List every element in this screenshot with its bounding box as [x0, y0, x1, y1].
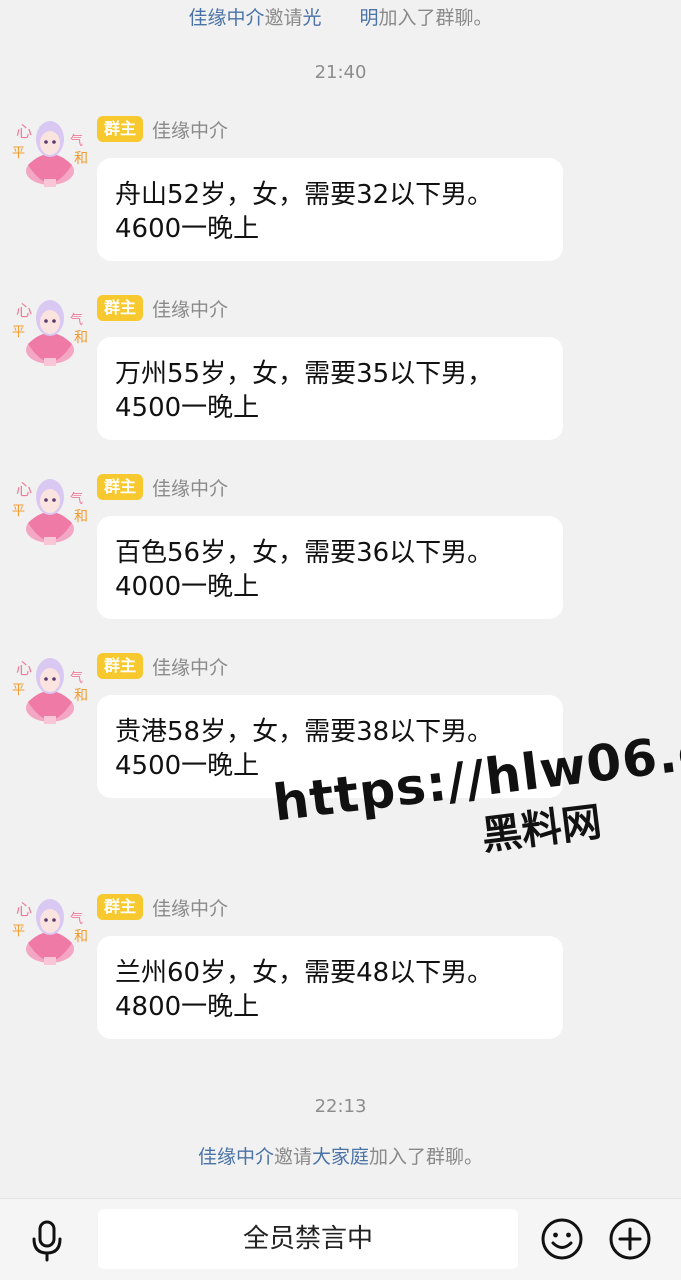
svg-text:心: 心: [16, 659, 32, 678]
sender-name[interactable]: 佳缘中介: [152, 116, 228, 143]
owner-badge: 群主: [97, 894, 144, 920]
svg-text:平: 平: [12, 504, 25, 519]
message-line-2: 4500一晚上: [115, 393, 260, 423]
invitee-link[interactable]: 大家庭: [312, 1146, 369, 1168]
owner-badge: 群主: [97, 474, 144, 500]
svg-text:和: 和: [74, 688, 88, 704]
svg-text:气: 气: [70, 133, 83, 149]
avatar-image: 心 平 气 和: [12, 899, 88, 965]
join-suffix: 加入了群聊。: [369, 1146, 484, 1168]
message-line-1: 兰州60岁，女，需要48以下男。: [115, 958, 494, 988]
svg-text:平: 平: [12, 683, 25, 698]
message-input-disabled: 全员禁言中: [98, 1209, 518, 1269]
join-suffix: 加入了群聊。: [378, 7, 493, 29]
owner-badge: 群主: [97, 653, 144, 679]
timestamp: 21:40: [314, 62, 367, 83]
invite-verb: 邀请: [273, 1146, 312, 1168]
svg-text:平: 平: [12, 924, 25, 939]
inviter-link[interactable]: 佳缘中介: [198, 1146, 274, 1168]
inviter-link[interactable]: 佳缘中介: [188, 7, 264, 29]
sender-row: 群主 佳缘中介: [97, 294, 228, 322]
smiley-icon[interactable]: [539, 1216, 585, 1262]
avatar[interactable]: 心 平 气 和: [10, 292, 90, 372]
message-line-2: 4800一晚上: [115, 992, 260, 1022]
chat-message: 心 平 气 和 群主 佳缘中介 万州55岁，女，需要35以下男， 4500一晚上: [0, 292, 681, 472]
message-line-2: 4600一晚上: [115, 214, 260, 244]
message-line-1: 百色56岁，女，需要36以下男。: [115, 538, 494, 568]
sender-row: 群主 佳缘中介: [97, 893, 228, 921]
sender-name[interactable]: 佳缘中介: [152, 653, 228, 680]
input-bar: 全员禁言中: [0, 1198, 681, 1280]
sender-name[interactable]: 佳缘中介: [152, 474, 228, 501]
owner-badge: 群主: [97, 295, 144, 321]
chat-message: 心 平 气 和 群主 佳缘中介 百色56岁，女，需要36以下男。 4000一晚上: [0, 471, 681, 651]
message-line-2: 4000一晚上: [115, 572, 260, 602]
avatar-image: 心 平 气 和: [12, 479, 88, 545]
avatar[interactable]: 心 平 气 和: [10, 471, 90, 551]
system-message-join: 佳缘中介邀请大家庭加入了群聊。: [0, 1142, 681, 1169]
avatar-image: 心 平 气 和: [12, 121, 88, 187]
svg-text:和: 和: [74, 509, 88, 525]
message-line-1: 贵港58岁，女，需要38以下男。: [115, 717, 494, 747]
avatar-image: 心 平 气 和: [12, 300, 88, 366]
message-bubble[interactable]: 万州55岁，女，需要35以下男， 4500一晚上: [97, 337, 563, 440]
svg-text:和: 和: [74, 330, 88, 346]
sender-row: 群主 佳缘中介: [97, 115, 228, 143]
avatar[interactable]: 心 平 气 和: [10, 891, 90, 971]
system-message-join: 佳缘中介邀请光 明加入了群聊。: [0, 3, 681, 30]
sender-name[interactable]: 佳缘中介: [152, 894, 228, 921]
timestamp: 22:13: [314, 1096, 367, 1117]
avatar[interactable]: 心 平 气 和: [10, 113, 90, 193]
svg-text:心: 心: [16, 480, 32, 499]
avatar[interactable]: 心 平 气 和: [10, 650, 90, 730]
svg-text:和: 和: [74, 929, 88, 945]
svg-text:气: 气: [70, 491, 83, 507]
svg-text:平: 平: [12, 146, 25, 161]
sender-row: 群主 佳缘中介: [97, 473, 228, 501]
owner-badge: 群主: [97, 116, 144, 142]
message-bubble[interactable]: 百色56岁，女，需要36以下男。 4000一晚上: [97, 516, 563, 619]
chat-message: 心 平 气 和 群主 佳缘中介 兰州60岁，女，需要48以下男。 4800一晚上: [0, 891, 681, 1071]
invitee-link[interactable]: 光 明: [303, 7, 379, 29]
plus-circle-icon[interactable]: [607, 1216, 653, 1262]
svg-text:心: 心: [16, 900, 32, 919]
message-line-1: 舟山52岁，女，需要32以下男。: [115, 180, 494, 210]
message-bubble[interactable]: 舟山52岁，女，需要32以下男。 4600一晚上: [97, 158, 563, 261]
sender-name[interactable]: 佳缘中介: [152, 295, 228, 322]
sender-row: 群主 佳缘中介: [97, 652, 228, 680]
message-bubble[interactable]: 兰州60岁，女，需要48以下男。 4800一晚上: [97, 936, 563, 1039]
invite-verb: 邀请: [264, 7, 303, 29]
svg-text:气: 气: [70, 312, 83, 328]
svg-text:心: 心: [16, 122, 32, 141]
message-line-1: 万州55岁，女，需要35以下男，: [115, 359, 494, 389]
microphone-icon[interactable]: [24, 1217, 70, 1263]
svg-text:气: 气: [70, 670, 83, 686]
avatar-image: 心 平 气 和: [12, 658, 88, 724]
chat-message: 心 平 气 和 群主 佳缘中介 舟山52岁，女，需要32以下男。 4600一晚上: [0, 113, 681, 293]
svg-text:平: 平: [12, 325, 25, 340]
svg-text:和: 和: [74, 151, 88, 167]
svg-text:心: 心: [16, 301, 32, 320]
svg-text:气: 气: [70, 911, 83, 927]
